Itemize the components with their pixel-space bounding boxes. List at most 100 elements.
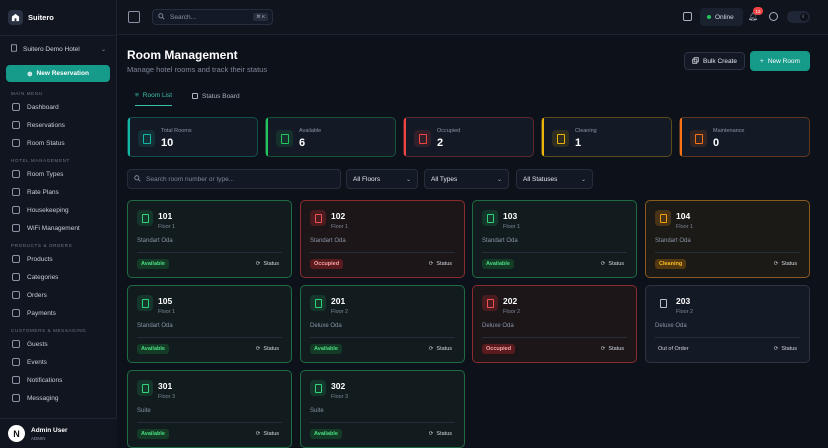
new-reservation-button[interactable]: ⊕ New Reservation <box>6 65 110 82</box>
room-card[interactable]: 202 Floor 2 Deluxe Oda Occupied ⟳ Status <box>472 285 637 363</box>
sidebar-item-messaging[interactable]: Messaging <box>0 389 116 407</box>
stat-label: Maintenance <box>713 128 745 134</box>
room-floor: Floor 2 <box>676 309 694 315</box>
sidebar-item-categories[interactable]: Categories <box>0 268 116 286</box>
room-card[interactable]: 301 Floor 3 Suite Available ⟳ Status <box>127 370 292 448</box>
stat-accent-bar <box>542 118 544 156</box>
refresh-icon: ⟳ <box>773 346 779 352</box>
change-status-button[interactable]: ⟳ Status <box>601 344 624 354</box>
chevron-down-icon: ⌄ <box>405 176 411 183</box>
status-button-label: Status <box>608 346 624 352</box>
room-card[interactable]: 201 Floor 2 Deluxe Oda Available ⟳ Statu… <box>300 285 465 363</box>
sidebar-item-label: Payments <box>27 309 56 317</box>
stat-label: Occupied <box>437 128 461 134</box>
sidebar-item-dashboard[interactable]: Dashboard <box>0 98 116 116</box>
sidebar-item-rate-plans[interactable]: Rate Plans <box>0 183 116 201</box>
brand[interactable]: Suitero <box>0 0 116 36</box>
status-badge: Available <box>137 344 169 354</box>
cart-icon <box>12 291 20 299</box>
hotel-selector[interactable]: Suitero Demo Hotel ⌄ <box>6 42 110 56</box>
wifi-icon <box>12 224 20 232</box>
globe-icon[interactable] <box>769 12 778 21</box>
door-icon <box>552 130 569 147</box>
room-card[interactable]: 103 Floor 1 Standart Oda Available ⟳ Sta… <box>472 200 637 278</box>
sidebar-item-label: Rate Plans <box>27 188 59 196</box>
change-status-button[interactable]: ⟳ Status <box>256 344 279 354</box>
sidebar-item-events[interactable]: Events <box>0 353 116 371</box>
refresh-icon: ⟳ <box>428 346 434 352</box>
status-button-label: Status <box>436 261 452 267</box>
tab-status-board[interactable]: Status Board <box>192 86 240 106</box>
change-status-button[interactable]: ⟳ Status <box>601 259 624 269</box>
room-card[interactable]: 302 Floor 3 Suite Available ⟳ Status <box>300 370 465 448</box>
change-status-button[interactable]: ⟳ Status <box>429 344 452 354</box>
sidebar-item-products[interactable]: Products <box>0 250 116 268</box>
divider <box>482 252 627 253</box>
room-card[interactable]: 104 Floor 1 Standart Oda Cleaning ⟳ Stat… <box>645 200 810 278</box>
room-type: Standart Oda <box>655 238 691 244</box>
new-room-button[interactable]: + New Room <box>750 51 810 71</box>
floor-select-value: All Floors <box>353 175 381 183</box>
change-status-button[interactable]: ⟳ Status <box>429 429 452 439</box>
room-floor: Floor 2 <box>331 309 349 315</box>
door-icon <box>655 210 671 226</box>
sidebar-toggle-icon[interactable] <box>128 11 140 23</box>
change-status-button[interactable]: ⟳ Status <box>774 259 797 269</box>
sidebar-item-orders[interactable]: Orders <box>0 286 116 304</box>
room-type: Suite <box>137 408 151 414</box>
sidebar-section-title: CUSTOMERS & MESSAGING <box>11 328 87 333</box>
global-search-input[interactable]: Search... ⌘ K <box>152 9 273 25</box>
room-card[interactable]: 101 Floor 1 Standart Oda Available ⟳ Sta… <box>127 200 292 278</box>
sidebar-item-guests[interactable]: Guests <box>0 335 116 353</box>
change-status-button[interactable]: ⟳ Status <box>256 259 279 269</box>
sidebar-item-payments[interactable]: Payments <box>0 304 116 322</box>
user-profile[interactable]: N Admin User ADMIN <box>0 418 117 448</box>
room-card[interactable]: 102 Floor 1 Standart Oda Occupied ⟳ Stat… <box>300 200 465 278</box>
sidebar-nav: MAIN MENU Dashboard Reservations Room Statu… <box>0 89 116 407</box>
online-status[interactable]: Online <box>700 8 743 26</box>
room-search-input[interactable]: Search room number or type... <box>127 169 341 189</box>
calendar-icon[interactable] <box>683 12 692 21</box>
change-status-button[interactable]: ⟳ Status <box>256 429 279 439</box>
sidebar-item-wifi-management[interactable]: WiFi Management <box>0 219 116 237</box>
room-card[interactable]: 203 Floor 2 Deluxe Oda Out of Order ⟳ St… <box>645 285 810 363</box>
sidebar-item-label: Events <box>27 358 47 366</box>
door-icon <box>137 295 153 311</box>
theme-toggle[interactable]: ☾ <box>787 11 810 23</box>
room-card[interactable]: 105 Floor 1 Standart Oda Available ⟳ Sta… <box>127 285 292 363</box>
status-button-label: Status <box>263 346 279 352</box>
change-status-button[interactable]: ⟳ Status <box>774 344 797 354</box>
sidebar-item-label: Messaging <box>27 394 59 402</box>
sidebar-item-reservations[interactable]: Reservations <box>0 116 116 134</box>
door-icon <box>310 210 326 226</box>
users-icon <box>12 340 20 348</box>
tab-room-list[interactable]: ≡ Room List <box>135 86 173 106</box>
room-search-placeholder: Search room number or type... <box>146 175 235 183</box>
user-name: Admin User <box>31 426 68 434</box>
status-button-label: Status <box>436 346 452 352</box>
page-title: Room Management <box>127 48 238 62</box>
room-number: 301 <box>158 381 173 391</box>
refresh-icon: ⟳ <box>255 431 261 437</box>
room-number: 302 <box>331 381 346 391</box>
bulk-create-button[interactable]: Bulk Create <box>684 52 745 70</box>
message-icon <box>12 394 20 402</box>
sidebar-item-room-status[interactable]: Room Status <box>0 134 116 152</box>
topbar: Search... ⌘ K Online 🔔︎ 13 ☾ <box>118 0 828 35</box>
sidebar-item-label: Orders <box>27 291 47 299</box>
type-select[interactable]: All Types ⌄ <box>424 169 509 189</box>
floor-select[interactable]: All Floors ⌄ <box>346 169 418 189</box>
door-icon <box>482 210 498 226</box>
sidebar-item-room-types[interactable]: Room Types <box>0 165 116 183</box>
sidebar-item-label: Room Status <box>27 139 65 147</box>
status-select[interactable]: All Statuses ⌄ <box>516 169 593 189</box>
search-placeholder: Search... <box>170 13 197 21</box>
search-icon <box>134 174 141 184</box>
refresh-icon: ⟳ <box>428 261 434 267</box>
sidebar-item-housekeeping[interactable]: Housekeeping <box>0 201 116 219</box>
change-status-button[interactable]: ⟳ Status <box>429 259 452 269</box>
status-button-label: Status <box>436 431 452 437</box>
room-floor: Floor 2 <box>503 309 521 315</box>
sidebar-item-notifications[interactable]: Notifications <box>0 371 116 389</box>
status-button-label: Status <box>263 261 279 267</box>
